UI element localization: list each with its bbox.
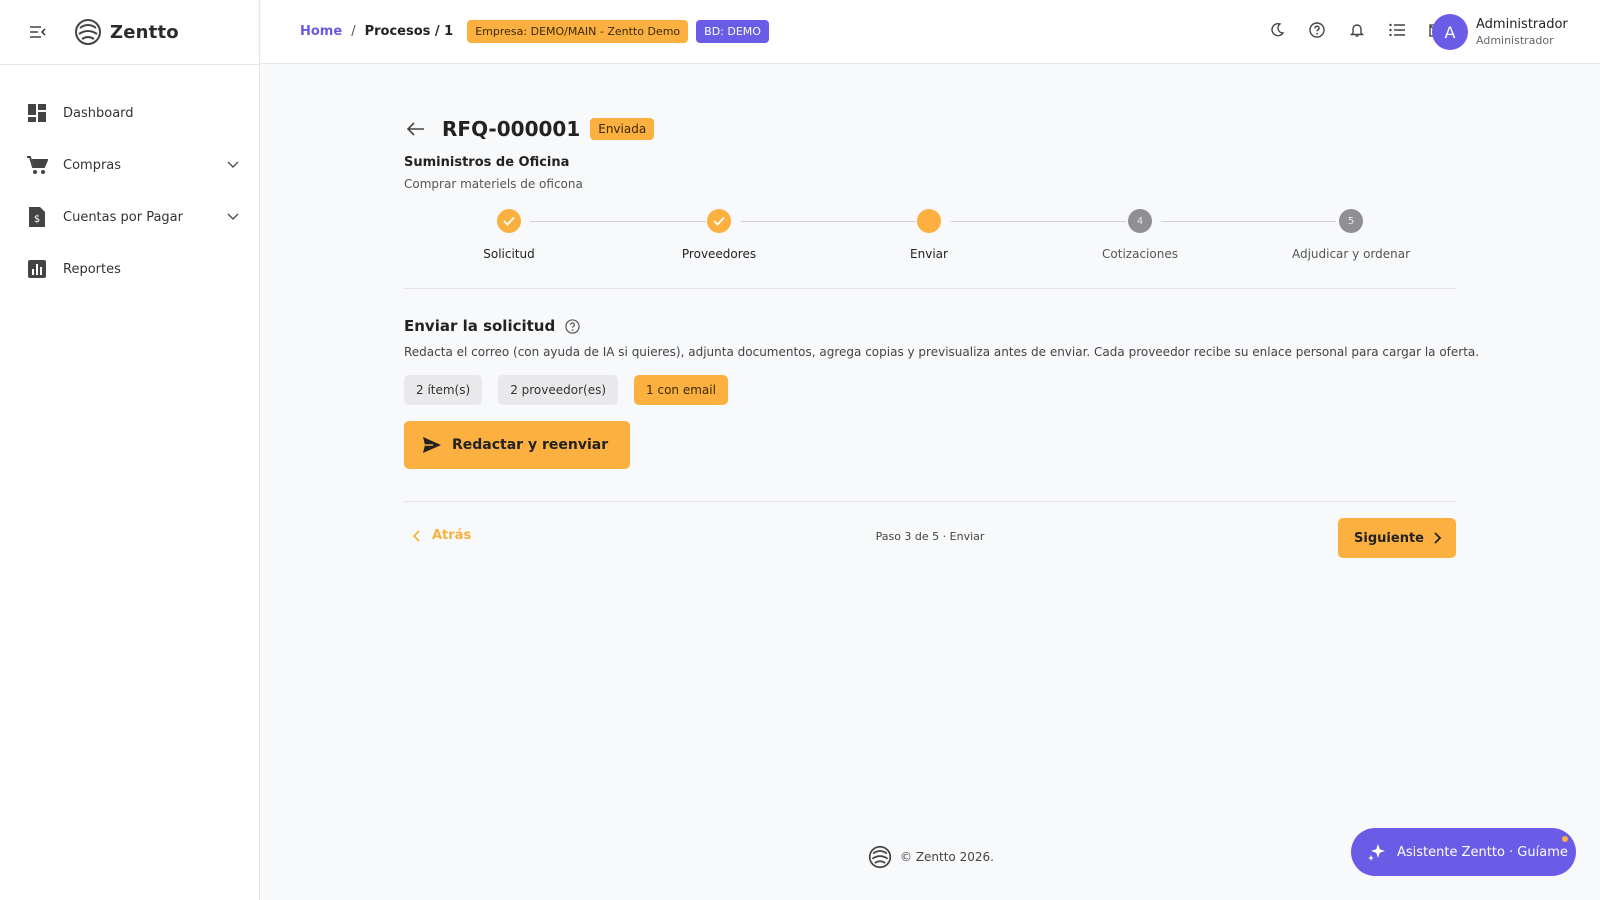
- breadcrumb-separator: /: [351, 24, 356, 39]
- status-badge: Enviada: [590, 118, 655, 140]
- user-info: Administrador Administrador: [1476, 17, 1568, 47]
- suppliers-count-chip: 2 proveedor(es): [498, 375, 619, 405]
- check-icon: [707, 209, 731, 233]
- sidebar-item-cuentas-por-pagar[interactable]: $ Cuentas por Pagar: [0, 191, 259, 243]
- company-badge: Empresa: DEMO/MAIN - Zentto Demo: [467, 20, 689, 43]
- step-number: 5: [1339, 209, 1363, 233]
- user-menu[interactable]: A Administrador Administrador: [1432, 14, 1568, 50]
- wizard-navigation: Atrás Paso 3 de 5 · Enviar Siguiente: [404, 502, 1456, 574]
- help-circle-icon[interactable]: [563, 317, 581, 335]
- chevron-right-icon: [1434, 532, 1442, 544]
- section-title: Enviar la solicitud: [404, 317, 1456, 335]
- summary-chips: 2 ítem(s) 2 proveedor(es) 1 con email: [404, 375, 1456, 405]
- section-description: Redacta el correo (con ayuda de IA si qu…: [404, 345, 1480, 359]
- items-count-chip: 2 ítem(s): [404, 375, 483, 405]
- copyright: © Zentto 2026.: [900, 850, 994, 864]
- sidebar-item-reportes[interactable]: Reportes: [0, 243, 259, 295]
- breadcrumb-home[interactable]: Home: [300, 24, 342, 39]
- button-label: Redactar y reenviar: [452, 437, 609, 453]
- menu-collapse-icon[interactable]: [28, 22, 48, 42]
- wizard-stepper: Solicitud Proveedores Enviar 4 Cotizacio…: [404, 199, 1456, 289]
- back-arrow-icon[interactable]: [404, 117, 428, 141]
- user-role: Administrador: [1476, 34, 1554, 47]
- moon-icon[interactable]: [1267, 20, 1287, 40]
- sidebar-header: Zentto: [0, 0, 259, 65]
- footer: © Zentto 2026.: [868, 845, 994, 869]
- db-badge: BD: DEMO: [696, 20, 769, 43]
- avatar: A: [1432, 14, 1468, 50]
- step-info: Paso 3 de 5 · Enviar: [875, 530, 985, 543]
- sidebar-nav: Dashboard Compras $ Cuentas por Pagar Re…: [0, 65, 259, 295]
- step-adjudicar[interactable]: 5 Adjudicar y ordenar: [1271, 209, 1431, 261]
- sidebar-item-label: Cuentas por Pagar: [63, 209, 183, 225]
- step-cotizaciones[interactable]: 4 Cotizaciones: [1060, 209, 1220, 261]
- sparkle-icon: [1368, 844, 1385, 861]
- list-icon[interactable]: [1387, 20, 1407, 40]
- check-icon: [497, 209, 521, 233]
- step-active-dot: [917, 209, 941, 233]
- sidebar-item-compras[interactable]: Compras: [0, 139, 259, 191]
- step-label: Solicitud: [483, 247, 535, 261]
- rfq-header: RFQ-000001 Enviada: [404, 110, 1456, 148]
- next-label: Siguiente: [1354, 530, 1424, 546]
- breadcrumb: Home / Procesos / 1: [300, 24, 453, 39]
- assistant-label: Asistente Zentto · Guíame: [1397, 844, 1568, 860]
- bar-chart-icon: [26, 258, 48, 280]
- step-label: Proveedores: [681, 247, 757, 261]
- section-title-text: Enviar la solicitud: [404, 317, 556, 335]
- bell-icon[interactable]: [1347, 20, 1367, 40]
- step-label: Adjudicar y ordenar: [1291, 247, 1411, 261]
- step-solicitud[interactable]: Solicitud: [429, 209, 589, 261]
- zentto-logo-icon: [75, 19, 101, 45]
- step-label: Cotizaciones: [1102, 247, 1178, 261]
- sidebar-item-label: Compras: [63, 157, 122, 173]
- sidebar-item-dashboard[interactable]: Dashboard: [0, 87, 259, 139]
- main-content: RFQ-000001 Enviada Suministros de Oficin…: [404, 110, 1480, 574]
- compose-resend-button[interactable]: Redactar y reenviar: [404, 421, 631, 469]
- step-number: 4: [1128, 209, 1152, 233]
- rfq-description: Comprar materiels de oficona: [404, 177, 583, 191]
- user-name: Administrador: [1476, 17, 1568, 32]
- assistant-button[interactable]: Asistente Zentto · Guíame: [1351, 828, 1576, 876]
- chevron-down-icon[interactable]: [225, 209, 241, 225]
- dashboard-icon: [26, 102, 48, 124]
- app-name: Zentto: [110, 21, 179, 43]
- chevron-down-icon[interactable]: [225, 157, 241, 173]
- topbar: Home / Procesos / 1 Empresa: DEMO/MAIN -…: [261, 0, 1600, 64]
- help-icon[interactable]: [1307, 20, 1327, 40]
- invoice-icon: $: [26, 206, 48, 228]
- topbar-actions: [1267, 20, 1447, 40]
- notification-dot: [1562, 836, 1568, 842]
- rfq-title: Suministros de Oficina: [404, 155, 570, 170]
- send-icon: [423, 437, 441, 453]
- page-title: RFQ-000001: [442, 117, 581, 141]
- next-button[interactable]: Siguiente: [1338, 518, 1456, 558]
- sidebar-item-label: Reportes: [63, 261, 121, 277]
- zentto-logo-icon: [868, 845, 892, 869]
- sidebar: Zentto Dashboard Compras $ Cuentas por P…: [0, 0, 260, 900]
- step-enviar[interactable]: Enviar: [849, 209, 1009, 261]
- step-proveedores[interactable]: Proveedores: [639, 209, 799, 261]
- breadcrumb-current: Procesos / 1: [364, 24, 454, 39]
- svg-text:$: $: [34, 214, 40, 225]
- sidebar-item-label: Dashboard: [63, 105, 134, 121]
- with-email-chip: 1 con email: [634, 375, 728, 405]
- step-label: Enviar: [910, 247, 948, 261]
- cart-icon: [26, 154, 48, 176]
- app-logo[interactable]: Zentto: [74, 18, 179, 46]
